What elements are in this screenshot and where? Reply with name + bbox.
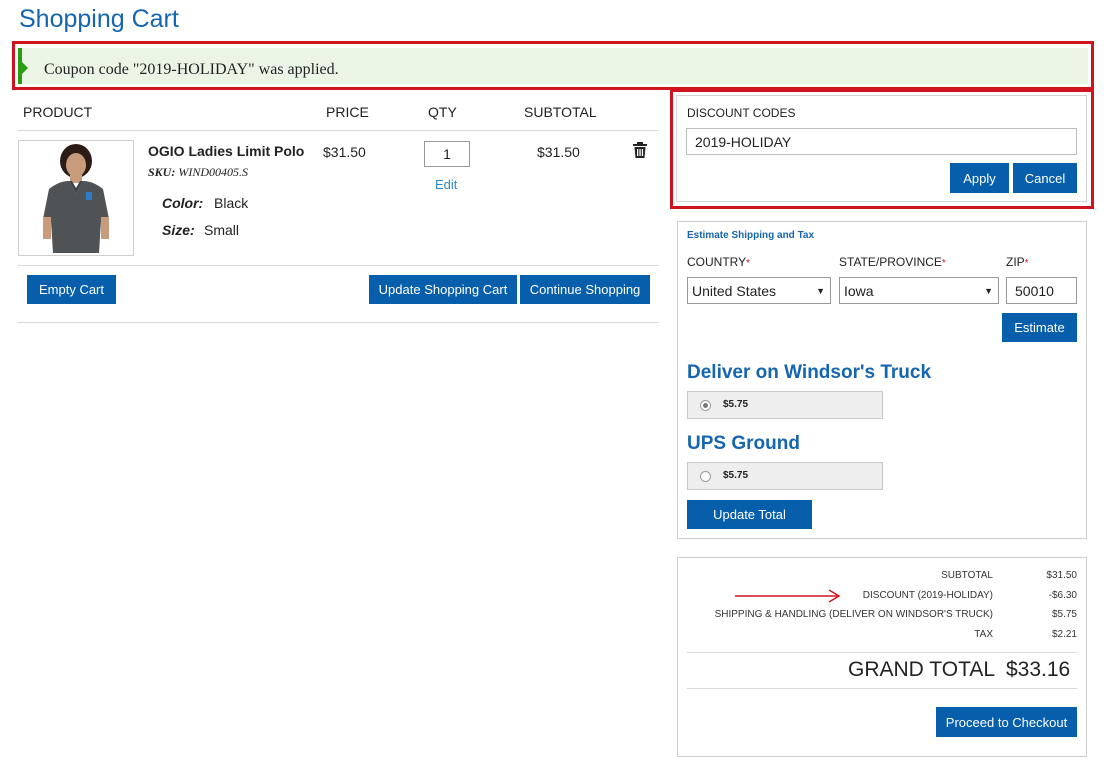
cart-actions-divider — [18, 322, 659, 323]
country-label-text: COUNTRY — [687, 255, 747, 269]
totals-row-label: SUBTOTAL — [941, 570, 993, 581]
state-select[interactable]: Iowa ▼ — [839, 277, 999, 304]
grand-total-value: $33.16 — [1006, 658, 1071, 681]
totals-divider — [687, 652, 1077, 653]
totals-row-value: $5.75 — [1051, 609, 1077, 620]
update-total-button[interactable]: Update Total — [687, 500, 812, 529]
totals-row-value: $2.21 — [1051, 629, 1077, 640]
country-label: COUNTRY* — [687, 255, 750, 269]
shipping-rate-option[interactable]: $5.75 — [687, 391, 883, 419]
coupon-notice: Coupon code "2019-HOLIDAY" was applied. — [18, 48, 1088, 84]
dropdown-arrow-icon: ▼ — [984, 286, 993, 296]
column-header-price: PRICE — [326, 104, 369, 120]
required-marker: * — [941, 258, 946, 269]
color-option-value: Black — [214, 195, 249, 211]
dropdown-arrow-icon: ▼ — [816, 286, 825, 296]
notice-message: Coupon code "2019-HOLIDAY" was applied. — [44, 61, 339, 78]
cancel-discount-button[interactable]: Cancel — [1013, 163, 1077, 193]
required-marker: * — [1024, 258, 1029, 269]
continue-shopping-button[interactable]: Continue Shopping — [520, 275, 650, 304]
column-header-subtotal: SUBTOTAL — [524, 104, 597, 120]
trash-icon[interactable] — [633, 142, 647, 158]
totals-row-label: DISCOUNT (2019-HOLIDAY) — [862, 590, 993, 601]
color-option-label: Color: — [162, 195, 204, 211]
coupon-notice-highlight: Coupon code "2019-HOLIDAY" was applied. — [12, 41, 1094, 90]
totals-row-value: $31.50 — [1046, 570, 1077, 581]
product-image[interactable] — [18, 140, 134, 256]
country-select-value: United States — [692, 283, 777, 299]
discount-label: DISCOUNT CODES — [687, 106, 796, 120]
grand-total-label: GRAND TOTAL — [848, 658, 996, 681]
product-sku: SKU: WIND00405.S — [148, 165, 248, 180]
shipping-rate-price: $5.75 — [723, 470, 749, 481]
shipping-estimate-title: Estimate Shipping and Tax — [687, 230, 815, 241]
radio-unselected[interactable] — [700, 471, 711, 482]
zip-label-text: ZIP — [1006, 255, 1025, 269]
zip-input[interactable] — [1006, 277, 1077, 304]
item-price: $31.50 — [323, 144, 366, 160]
discount-code-input[interactable] — [686, 128, 1077, 155]
totals-row-value: -$6.30 — [1048, 590, 1077, 601]
size-option-value: Small — [204, 222, 240, 238]
table-header-divider — [18, 130, 659, 131]
totals-row-label: SHIPPING & HANDLING (DELIVER ON WINDSOR'… — [714, 609, 993, 620]
estimate-button[interactable]: Estimate — [1002, 313, 1077, 342]
sku-value: WIND00405.S — [178, 165, 249, 179]
shipping-rate-option[interactable]: $5.75 — [687, 462, 883, 490]
state-select-value: Iowa — [844, 283, 874, 299]
required-marker: * — [746, 258, 751, 269]
zip-label: ZIP* — [1006, 255, 1029, 269]
edit-item-link[interactable]: Edit — [435, 177, 457, 192]
notice-marker-icon — [22, 62, 28, 74]
annotation-arrow-icon — [735, 589, 841, 603]
state-label-text: STATE/PROVINCE — [839, 255, 942, 269]
shipping-rate-price: $5.75 — [723, 399, 749, 410]
apply-discount-button[interactable]: Apply — [950, 163, 1009, 193]
proceed-to-checkout-button[interactable]: Proceed to Checkout — [936, 707, 1077, 737]
quantity-input[interactable] — [424, 141, 470, 167]
size-option-label: Size: — [162, 222, 195, 238]
polo-shirt-icon — [19, 141, 133, 255]
page-title: Shopping Cart — [19, 5, 179, 33]
grand-total-divider — [687, 688, 1077, 689]
column-header-qty: QTY — [428, 104, 457, 120]
product-name[interactable]: OGIO Ladies Limit Polo — [148, 143, 304, 159]
item-subtotal: $31.50 — [537, 144, 580, 160]
totals-row-label: TAX — [974, 629, 993, 640]
column-header-product: PRODUCT — [23, 104, 93, 120]
shipping-method-title: Deliver on Windsor's Truck — [687, 362, 932, 383]
country-select[interactable]: United States ▼ — [687, 277, 831, 304]
radio-selected[interactable] — [700, 400, 711, 411]
item-row-divider — [18, 265, 659, 266]
state-label: STATE/PROVINCE* — [839, 255, 946, 269]
sku-label: SKU: — [148, 165, 176, 179]
empty-cart-button[interactable]: Empty Cart — [27, 275, 116, 304]
update-cart-button[interactable]: Update Shopping Cart — [369, 275, 517, 304]
shipping-method-title: UPS Ground — [687, 433, 800, 454]
